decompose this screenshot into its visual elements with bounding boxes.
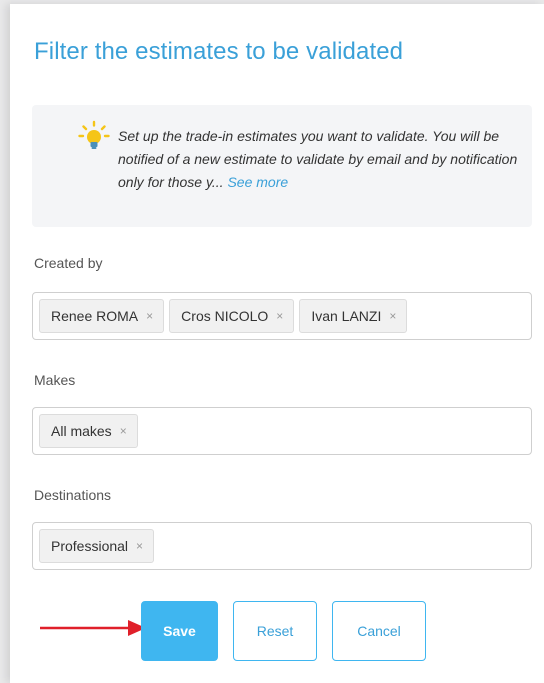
- makes-chip: All makes ×: [39, 414, 138, 448]
- destinations-field[interactable]: Professional ×: [32, 522, 532, 570]
- created-by-chip: Renee ROMA ×: [39, 299, 165, 333]
- makes-field[interactable]: All makes ×: [32, 407, 532, 455]
- created-by-chip: Cros NICOLO ×: [169, 299, 295, 333]
- chip-label: All makes: [51, 423, 112, 439]
- remove-chip-icon[interactable]: ×: [136, 539, 143, 553]
- annotation-arrow-icon: [40, 620, 146, 636]
- remove-chip-icon[interactable]: ×: [146, 309, 153, 323]
- chip-label: Renee ROMA: [51, 308, 139, 324]
- chip-label: Professional: [51, 538, 129, 554]
- remove-chip-icon[interactable]: ×: [120, 424, 127, 438]
- destinations-chip: Professional ×: [39, 529, 155, 563]
- info-description: Set up the trade-in estimates you want t…: [118, 128, 518, 190]
- filter-panel: Filter the estimates to be validated Set…: [10, 4, 544, 683]
- reset-button[interactable]: Reset: [233, 601, 317, 661]
- created-by-field[interactable]: Renee ROMA × Cros NICOLO × Ivan LANZI ×: [32, 292, 532, 340]
- panel-title: Filter the estimates to be validated: [34, 38, 404, 65]
- see-more-link[interactable]: See more: [227, 174, 288, 190]
- lightbulb-icon: [78, 120, 110, 149]
- save-button[interactable]: Save: [141, 601, 218, 661]
- info-box: Set up the trade-in estimates you want t…: [32, 105, 532, 227]
- remove-chip-icon[interactable]: ×: [276, 309, 283, 323]
- created-by-label: Created by: [34, 255, 103, 271]
- destinations-label: Destinations: [34, 487, 112, 503]
- created-by-chip: Ivan LANZI ×: [299, 299, 408, 333]
- cancel-button[interactable]: Cancel: [332, 601, 426, 661]
- info-text: Set up the trade-in estimates you want t…: [118, 125, 518, 194]
- makes-label: Makes: [34, 372, 76, 388]
- chip-label: Cros NICOLO: [181, 308, 269, 324]
- chip-label: Ivan LANZI: [311, 308, 382, 324]
- remove-chip-icon[interactable]: ×: [389, 309, 396, 323]
